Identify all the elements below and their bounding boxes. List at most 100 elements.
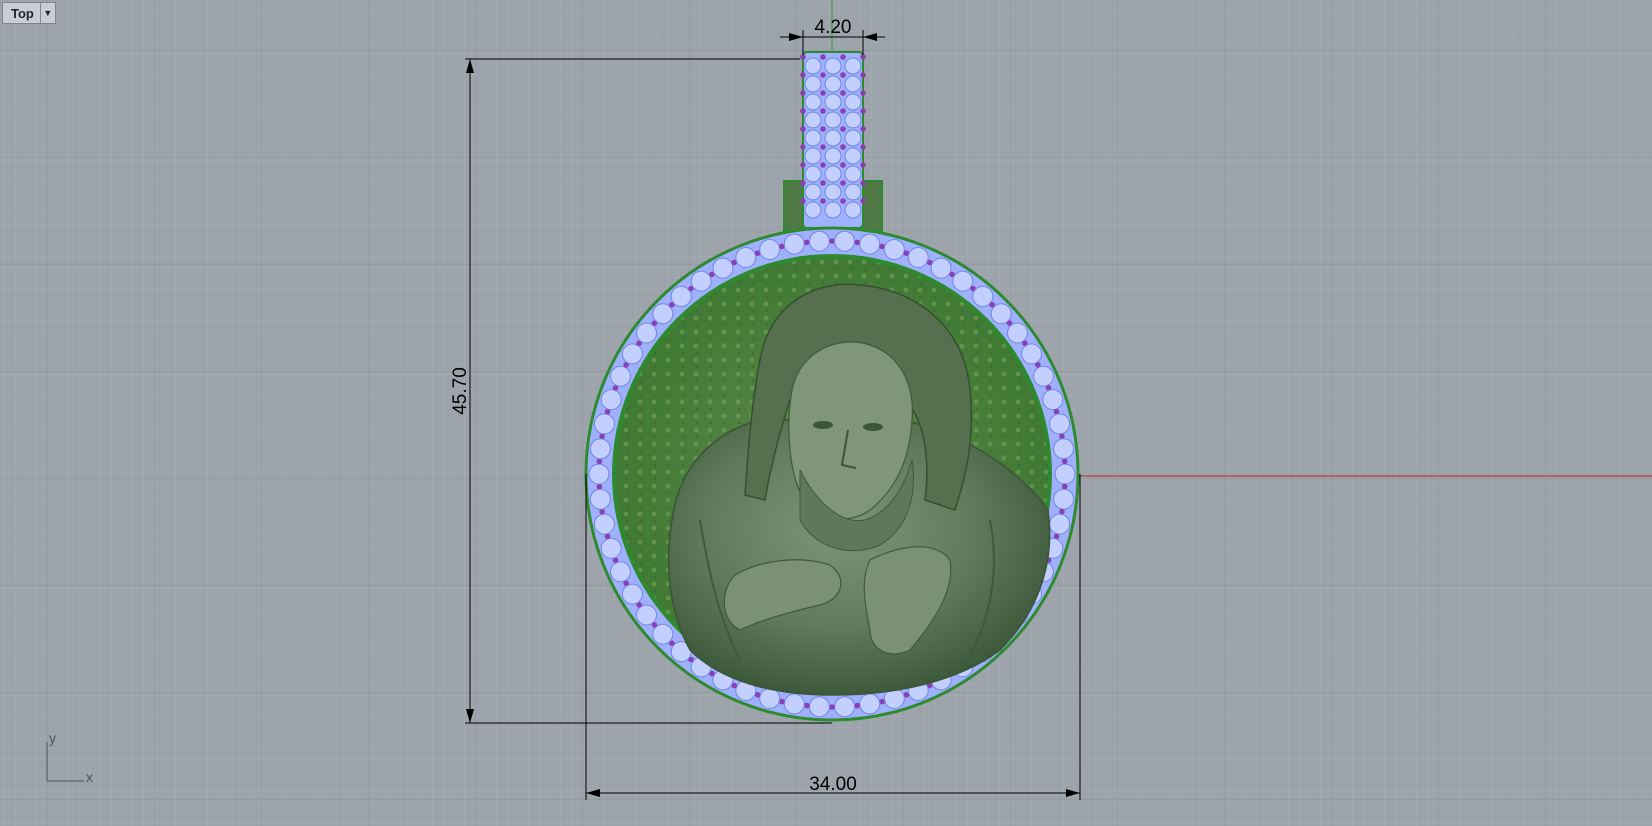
- prong: [840, 108, 846, 114]
- halo-stone: [1053, 488, 1075, 510]
- halo-stone: [1053, 438, 1075, 460]
- width-text: 34.00: [809, 774, 857, 795]
- bail-stone: [804, 93, 822, 111]
- halo-stone: [1042, 389, 1064, 411]
- halo-stone: [1021, 343, 1043, 365]
- prong: [1061, 483, 1068, 490]
- halo-stone: [690, 270, 712, 292]
- prong: [800, 54, 806, 60]
- left-eye: [813, 421, 833, 429]
- prong: [800, 144, 806, 150]
- halo-stone: [759, 239, 781, 260]
- prong: [800, 72, 806, 78]
- prong: [829, 704, 835, 710]
- axis-widget-y-label: y: [49, 730, 56, 746]
- bail-stone: [844, 75, 862, 93]
- halo-stone: [589, 438, 611, 460]
- prong: [596, 458, 603, 465]
- prong: [854, 702, 860, 709]
- halo-stone: [834, 696, 856, 718]
- viewport-name[interactable]: Top: [3, 6, 40, 21]
- bail-stones: [800, 54, 866, 219]
- halo-stone: [930, 257, 952, 279]
- prong: [840, 54, 846, 60]
- bail-stone: [844, 57, 862, 75]
- halo-stone: [1049, 513, 1071, 535]
- prong: [840, 72, 846, 78]
- prong: [800, 108, 806, 114]
- halo-stone: [670, 285, 692, 307]
- halo-stone: [783, 233, 805, 255]
- halo-stone: [1007, 322, 1028, 344]
- bail-stone: [804, 165, 822, 183]
- bail-stone: [804, 183, 822, 201]
- halo-stone: [859, 693, 881, 715]
- prong: [860, 144, 866, 150]
- prong: [599, 508, 605, 515]
- prong: [820, 54, 826, 60]
- halo-stone: [621, 583, 643, 605]
- prong: [829, 238, 835, 244]
- halo-stone: [735, 247, 757, 268]
- prong: [860, 90, 866, 96]
- bail-stone: [844, 165, 862, 183]
- halo-stone: [712, 257, 734, 279]
- bail-stone: [804, 147, 822, 165]
- bail-stone: [804, 111, 822, 129]
- prong: [860, 180, 866, 186]
- bail-stone: [844, 129, 862, 147]
- prong: [820, 180, 826, 186]
- halo-stone: [883, 239, 905, 260]
- halo-stone: [1049, 413, 1071, 435]
- halo-stone: [859, 233, 881, 255]
- prong: [800, 90, 806, 96]
- prong: [860, 54, 866, 60]
- bail-stone: [804, 57, 822, 75]
- viewport-canvas[interactable]: 4.20 45.70 34.00 y x: [0, 0, 1652, 826]
- bail-stone: [804, 201, 822, 219]
- halo-stone: [1054, 463, 1076, 485]
- height-text: 45.70: [450, 367, 471, 415]
- prong: [840, 180, 846, 186]
- bail-stone: [824, 93, 842, 111]
- bail-stone: [844, 201, 862, 219]
- right-eye: [863, 423, 883, 431]
- halo-stone: [600, 537, 622, 559]
- bail-stone: [844, 111, 862, 129]
- chevron-down-icon[interactable]: ▼: [39, 3, 55, 23]
- halo-stone: [759, 688, 781, 709]
- prong: [800, 180, 806, 186]
- prong: [800, 162, 806, 168]
- prong: [860, 126, 866, 132]
- bail-stone: [824, 147, 842, 165]
- prong: [854, 239, 860, 246]
- bail-stone: [844, 93, 862, 111]
- top-viewport[interactable]: 4.20 45.70 34.00 y x Top ▼: [0, 0, 1652, 826]
- prong: [860, 72, 866, 78]
- halo-stone: [610, 365, 631, 387]
- halo-stone: [636, 604, 657, 626]
- halo-stone: [783, 693, 805, 715]
- prong: [840, 126, 846, 132]
- halo-stone: [636, 322, 657, 344]
- halo-stone: [593, 413, 615, 435]
- halo-stone: [600, 389, 622, 411]
- viewport-title-tab[interactable]: Top ▼: [2, 2, 56, 24]
- bail-stone: [844, 147, 862, 165]
- halo-stone: [1033, 365, 1054, 387]
- halo-stone: [808, 230, 830, 252]
- halo-stone: [589, 488, 611, 510]
- halo-stone: [610, 561, 631, 583]
- bail-stone: [804, 129, 822, 147]
- prong: [800, 198, 806, 204]
- prong: [840, 198, 846, 204]
- prong: [596, 483, 603, 490]
- prong: [820, 144, 826, 150]
- prong: [820, 126, 826, 132]
- bail-stone: [824, 111, 842, 129]
- bail-stone: [824, 165, 842, 183]
- prong: [840, 144, 846, 150]
- prong: [820, 162, 826, 168]
- bail-stone: [824, 201, 842, 219]
- prong: [840, 162, 846, 168]
